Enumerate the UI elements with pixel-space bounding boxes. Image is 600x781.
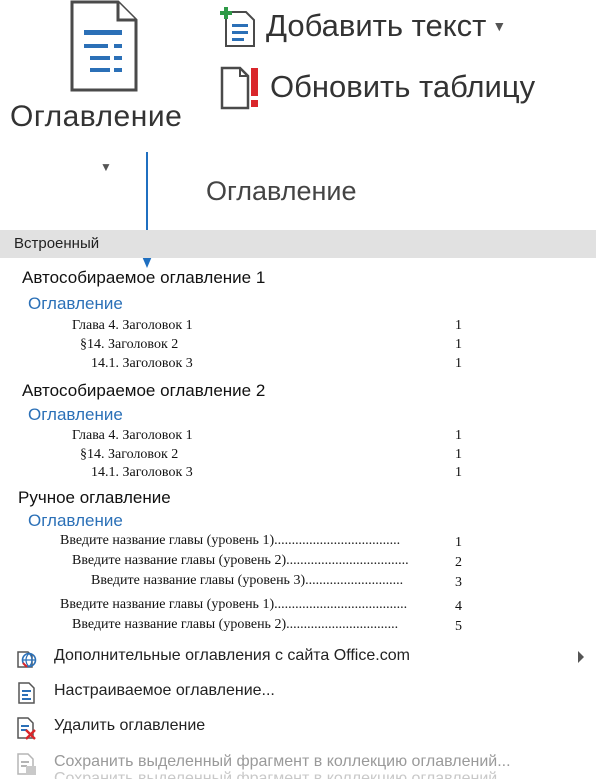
toc-entry-level-3: Введите название главы (уровень 3)......… [91,573,404,588]
chevron-right-icon [578,651,584,663]
custom-toc-icon [18,682,35,704]
menu-item-label: Настраиваемое оглавление... [54,682,275,699]
menu-item-label: Удалить оглавление [54,717,206,734]
gallery-item-auto-toc-2[interactable]: Автособираемое оглавление 2 [22,381,265,401]
toc-entry-level-1: Глава 4. Заголовок 1 [72,318,193,333]
menu-item-remove-toc[interactable]: Удалить оглавление [0,711,600,745]
toc-heading: Оглавление [28,511,123,530]
gallery-header-label: Встроенный [14,235,100,252]
toc-page-number: 1 [455,447,462,462]
toc-page-number: 1 [455,337,462,352]
menu-item-custom-toc[interactable]: Настраиваемое оглавление... [0,676,600,710]
toc-entry-level-3: 14.1. Заголовок 3 [91,465,193,480]
update-table-label: Обновить таблицу [270,69,536,104]
toc-entry-level-1: Введите название главы (уровень 1)......… [60,597,408,612]
add-text-icon [220,7,255,47]
toc-entry-level-3: 14.1. Заголовок 3 [91,356,193,371]
toc-heading: Оглавление [28,405,123,424]
toc-page-number: 4 [455,599,462,614]
menu-item-more-from-office[interactable]: Дополнительные оглавления с сайта Office… [0,641,600,675]
toc-entry-level-2: §14. Заголовок 2 [80,337,179,352]
gallery-header-builtin: Встроенный [0,230,596,258]
toc-entry-level-1: Введите название главы (уровень 1)......… [60,533,401,548]
toc-page-number: 1 [455,465,462,480]
toc-page-number: 3 [455,575,462,590]
toc-page-number: 1 [455,356,462,371]
truncated-menu-text: Сохранить выделенный фрагмент в коллекци… [54,771,511,779]
toc-dropdown-menu: Дополнительные оглавления с сайта Office… [0,636,600,779]
ribbon-group-label: Оглавление [206,176,357,206]
table-of-contents-icon[interactable] [68,0,140,92]
chevron-down-icon: ▼ [492,18,507,34]
toc-page-number: 1 [455,428,462,443]
office-web-icon [17,651,37,668]
toc-entry-level-1: Глава 4. Заголовок 1 [72,428,193,443]
gallery-item-manual-toc[interactable]: Ручное оглавление [18,488,171,508]
toc-entry-level-2: §14. Заголовок 2 [80,447,179,462]
toc-entry-level-2: Введите название главы (уровень 2)......… [72,553,409,568]
update-table-button[interactable]: Обновить таблицу [218,64,535,110]
references-ribbon-group: Оглавление ▼ Добавить текст ▼ Обновить т… [0,0,600,228]
chevron-down-icon[interactable]: ▼ [100,160,112,174]
toc-page-number: 2 [455,555,462,570]
remove-toc-icon [17,717,36,740]
menu-item-label: Сохранить выделенный фрагмент в коллекци… [54,753,511,770]
toc-heading: Оглавление [28,294,123,313]
gallery-item-auto-toc-1[interactable]: Автособираемое оглавление 1 [22,268,265,288]
add-text-label: Добавить текст [266,8,487,43]
toc-page-number: 1 [455,535,462,550]
toc-entry-level-2: Введите название главы (уровень 2)......… [72,617,399,632]
update-table-icon [220,66,258,110]
toc-button-label[interactable]: Оглавление [10,100,182,134]
menu-item-label: Дополнительные оглавления с сайта Office… [54,647,410,664]
save-to-gallery-icon [17,753,36,775]
toc-page-number: 1 [455,318,462,333]
add-text-button[interactable]: Добавить текст ▼ [218,4,506,48]
toc-page-number: 5 [455,619,462,634]
